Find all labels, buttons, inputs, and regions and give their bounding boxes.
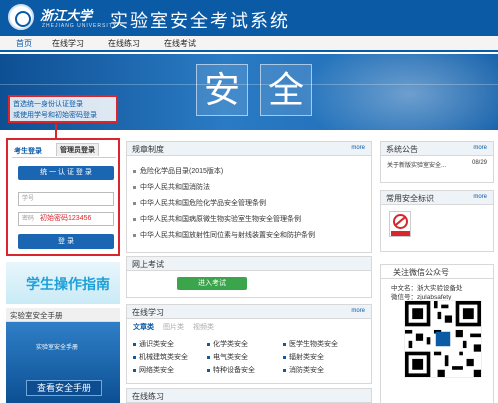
- category-link[interactable]: 化学类安全: [207, 339, 248, 349]
- category-link[interactable]: 网络类安全: [133, 365, 174, 375]
- category-link[interactable]: 消防类安全: [283, 365, 324, 375]
- manual-section-title: 实验室安全手册: [6, 308, 120, 322]
- banner-char-2: 全: [260, 64, 312, 116]
- rules-title: 规章制度: [132, 145, 164, 154]
- sign-caption-bar: [391, 231, 410, 236]
- unified-auth-login-button[interactable]: 统 一 认 证 登 录: [18, 166, 114, 180]
- university-name: 浙江大学: [40, 9, 93, 24]
- note-line-1: 首选统一身份认证登录: [13, 101, 83, 108]
- subtab-videos[interactable]: 视频类: [193, 322, 214, 332]
- manual-cover: 实验室安全手册 查看安全手册: [6, 322, 120, 403]
- tab-student-login[interactable]: 考生登录: [14, 146, 42, 156]
- category-link[interactable]: 机械建筑类安全: [133, 352, 188, 362]
- rule-item[interactable]: 中华人民共和国放射性同位素与射线装置安全和防护条例: [133, 230, 315, 240]
- online-practice-title: 在线练习: [132, 392, 164, 401]
- category-link[interactable]: 特种设备安全: [207, 365, 255, 375]
- main-nav: 首页 在线学习 在线练习 在线考试: [0, 36, 498, 52]
- safety-signs-more-link[interactable]: more: [473, 194, 487, 200]
- announcements-header: 系统公告 more: [381, 142, 493, 156]
- wechat-panel: 关注微信公众号 中文名：浙大实验设备处 微信号：zjulabsafety: [380, 264, 494, 403]
- login-instruction-note: 首选统一身份认证登录 或使用学号和初始密码登录: [8, 95, 118, 123]
- manual-cover-text: 实验室安全手册: [36, 345, 79, 351]
- no-smoking-sign-icon[interactable]: [389, 211, 411, 237]
- site-header: 浙江大学 ZHEJIANG UNIVERSITY 实验室安全考试系统: [0, 0, 498, 36]
- safety-signs-panel: 常用安全标识 more: [380, 190, 494, 252]
- online-study-panel: 在线学习 more 文章类 图片类 视频类 通识类安全 化学类安全 医学生物类安…: [126, 304, 372, 384]
- banner-glow: [300, 54, 498, 130]
- wechat-header: 关注微信公众号: [381, 265, 493, 279]
- rule-item[interactable]: 中华人民共和国危险化学品安全管理条例: [133, 198, 266, 208]
- initial-password-hint: 初始密码123456: [40, 215, 92, 222]
- rules-panel-header: 规章制度 more: [127, 142, 371, 156]
- announcements-more-link[interactable]: more: [473, 145, 487, 151]
- online-study-title: 在线学习: [132, 308, 164, 317]
- login-button[interactable]: 登 录: [18, 234, 114, 249]
- online-exam-title: 网上考试: [132, 260, 164, 269]
- system-title: 实验室安全考试系统: [110, 11, 290, 31]
- login-tabs: 考生登录 管理员登录: [12, 143, 116, 158]
- online-exam-panel: 网上考试 进入考试: [126, 256, 372, 298]
- nav-online-study[interactable]: 在线学习: [52, 38, 84, 49]
- student-id-input[interactable]: 学号: [18, 192, 114, 206]
- student-id-placeholder: 学号: [22, 196, 35, 202]
- online-study-more-link[interactable]: more: [351, 308, 365, 314]
- nav-online-exam[interactable]: 在线考试: [164, 38, 196, 49]
- university-english-name: ZHEJIANG UNIVERSITY: [42, 23, 118, 29]
- prohibition-circle-icon: [393, 214, 408, 229]
- tab-admin-login[interactable]: 管理员登录: [56, 143, 99, 156]
- category-link[interactable]: 辐射类安全: [283, 352, 324, 362]
- subtab-articles[interactable]: 文章类: [133, 322, 154, 332]
- rule-item[interactable]: 危险化学品目录(2015版本): [133, 166, 223, 176]
- password-placeholder: 密码: [22, 216, 35, 222]
- rules-panel: 规章制度 more 危险化学品目录(2015版本) 中华人民共和国消防法 中华人…: [126, 141, 372, 253]
- page: 浙江大学 ZHEJIANG UNIVERSITY 实验室安全考试系统 首页 在线…: [0, 0, 498, 403]
- view-manual-button[interactable]: 查看安全手册: [26, 380, 102, 396]
- category-link[interactable]: 通识类安全: [133, 339, 174, 349]
- safety-signs-header: 常用安全标识 more: [381, 191, 493, 205]
- nav-online-practice[interactable]: 在线练习: [108, 38, 140, 49]
- university-logo: [8, 4, 34, 30]
- banner-line: [0, 84, 498, 85]
- category-link[interactable]: 电气类安全: [207, 352, 248, 362]
- announcements-panel: 系统公告 more 关于新版实验室安全... 08/29: [380, 141, 494, 183]
- rule-item[interactable]: 中华人民共和国消防法: [133, 182, 210, 192]
- online-exam-header: 网上考试: [127, 257, 371, 271]
- announcements-title: 系统公告: [386, 145, 418, 154]
- rules-more-link[interactable]: more: [351, 145, 365, 151]
- student-guide-label: 学生操作指南: [26, 276, 110, 292]
- student-guide-banner[interactable]: 学生操作指南: [6, 262, 120, 304]
- note-line-2: 或使用学号和初始密码登录: [13, 112, 97, 119]
- enter-exam-button[interactable]: 进入考试: [177, 277, 247, 290]
- online-practice-panel: 在线练习: [126, 388, 372, 403]
- online-practice-header: 在线练习: [127, 389, 371, 403]
- banner-char-1: 安: [196, 64, 248, 116]
- wechat-title: 关注微信公众号: [393, 268, 449, 277]
- nav-home[interactable]: 首页: [16, 38, 32, 52]
- rule-item[interactable]: 中华人民共和国病原微生物实验室生物安全管理条例: [133, 214, 301, 224]
- online-study-header: 在线学习 more: [127, 305, 371, 319]
- login-panel: 考生登录 管理员登录 统 一 认 证 登 录 学号 密码 初始密码123456 登…: [6, 138, 120, 256]
- password-input[interactable]: 密码 初始密码123456: [18, 212, 114, 226]
- wechat-qr-code: [404, 300, 482, 378]
- category-link[interactable]: 医学生物类安全: [283, 339, 338, 349]
- safety-signs-title: 常用安全标识: [386, 194, 434, 203]
- subtab-images[interactable]: 图片类: [163, 322, 184, 332]
- announcement-date: 08/29: [471, 160, 487, 166]
